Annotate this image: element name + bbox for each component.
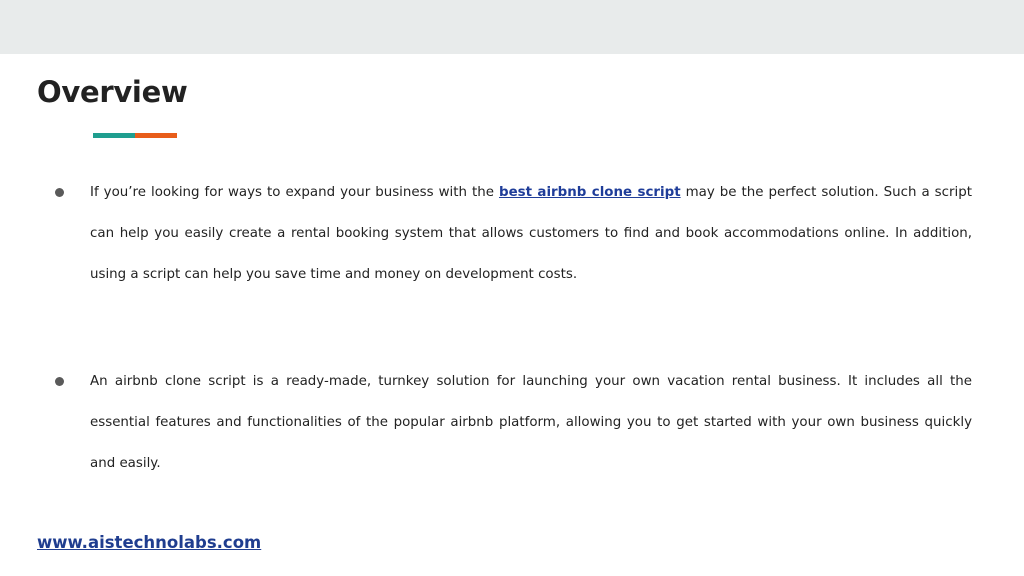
slide: Overview If you’re looking for ways to e…	[0, 0, 1024, 576]
top-band	[0, 0, 1024, 54]
best-airbnb-clone-script-link[interactable]: best airbnb clone script	[499, 185, 681, 200]
bullet-icon	[55, 377, 64, 386]
accent-bar-teal	[93, 133, 135, 138]
bullet-text: An airbnb clone script is a ready-made, …	[90, 374, 972, 471]
website-link[interactable]: www.aistechnolabs.com	[37, 533, 261, 552]
bullet-icon	[55, 188, 64, 197]
bullet-text-before: If you’re looking for ways to expand you…	[90, 185, 499, 200]
title-accent-bar	[93, 133, 177, 138]
page-title: Overview	[37, 75, 188, 109]
accent-bar-orange	[135, 133, 177, 138]
bullet-text: If you’re looking for ways to expand you…	[90, 172, 972, 295]
